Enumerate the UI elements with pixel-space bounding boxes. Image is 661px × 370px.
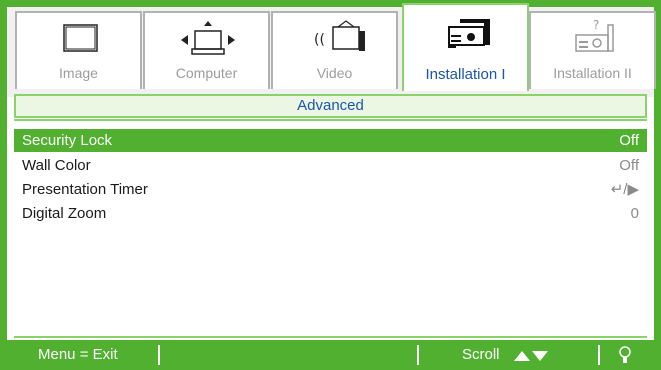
menu-row-value: Off bbox=[619, 157, 639, 174]
video-icon: (( bbox=[314, 20, 365, 51]
menu-row-label: Digital Zoom bbox=[22, 205, 107, 222]
footer-separator bbox=[598, 345, 600, 365]
tab-installation-ii[interactable]: ? Installation II bbox=[529, 11, 656, 89]
menu-row-label: Security Lock bbox=[22, 132, 113, 149]
image-icon bbox=[63, 24, 98, 52]
menu-row-label: Wall Color bbox=[22, 157, 91, 174]
tab-image-label: Image bbox=[59, 65, 98, 81]
computer-icon bbox=[181, 21, 235, 55]
menu-exit-hint: Menu = Exit bbox=[38, 346, 118, 363]
tab-installation-i-label: Installation I bbox=[425, 66, 506, 83]
menu-row-presentation-timer[interactable]: Presentation Timer ↵/▶ bbox=[14, 178, 647, 201]
svg-text:((: (( bbox=[314, 32, 325, 48]
menu-row-value: 0 bbox=[630, 205, 639, 222]
tab-installation-i[interactable]: Installation I bbox=[402, 3, 529, 91]
footer-bar: Menu = Exit Scroll bbox=[0, 340, 661, 370]
tab-computer-label: Computer bbox=[175, 65, 238, 81]
tab-computer[interactable]: Computer bbox=[143, 11, 270, 89]
menu-row-security-lock[interactable]: Security Lock Off bbox=[14, 129, 647, 152]
footer-separator bbox=[158, 345, 160, 365]
projector-settings-icon: ? bbox=[575, 18, 614, 52]
svg-text:?: ? bbox=[593, 18, 599, 32]
tab-video-label: Video bbox=[316, 65, 353, 81]
lightbulb-icon bbox=[619, 346, 631, 363]
menu-row-value: Off bbox=[619, 132, 639, 149]
enter-arrow-icon: ↵/▶ bbox=[610, 181, 639, 198]
footer-separator bbox=[417, 345, 419, 365]
menu-row-digital-zoom[interactable]: Digital Zoom 0 bbox=[14, 202, 647, 225]
scroll-hint: Scroll bbox=[462, 346, 500, 363]
submenu-title: Advanced bbox=[14, 94, 647, 118]
menu-row-wall-color[interactable]: Wall Color Off bbox=[14, 154, 647, 177]
menu-row-label: Presentation Timer bbox=[22, 181, 148, 198]
menu-bottom-border bbox=[14, 336, 647, 338]
tab-installation-ii-label: Installation II bbox=[553, 65, 632, 81]
divider bbox=[14, 119, 647, 121]
projector-icon bbox=[448, 19, 490, 48]
up-down-arrow-icon bbox=[514, 351, 548, 361]
tab-video[interactable]: (( Video bbox=[271, 11, 398, 89]
tab-image[interactable]: Image bbox=[15, 11, 142, 89]
